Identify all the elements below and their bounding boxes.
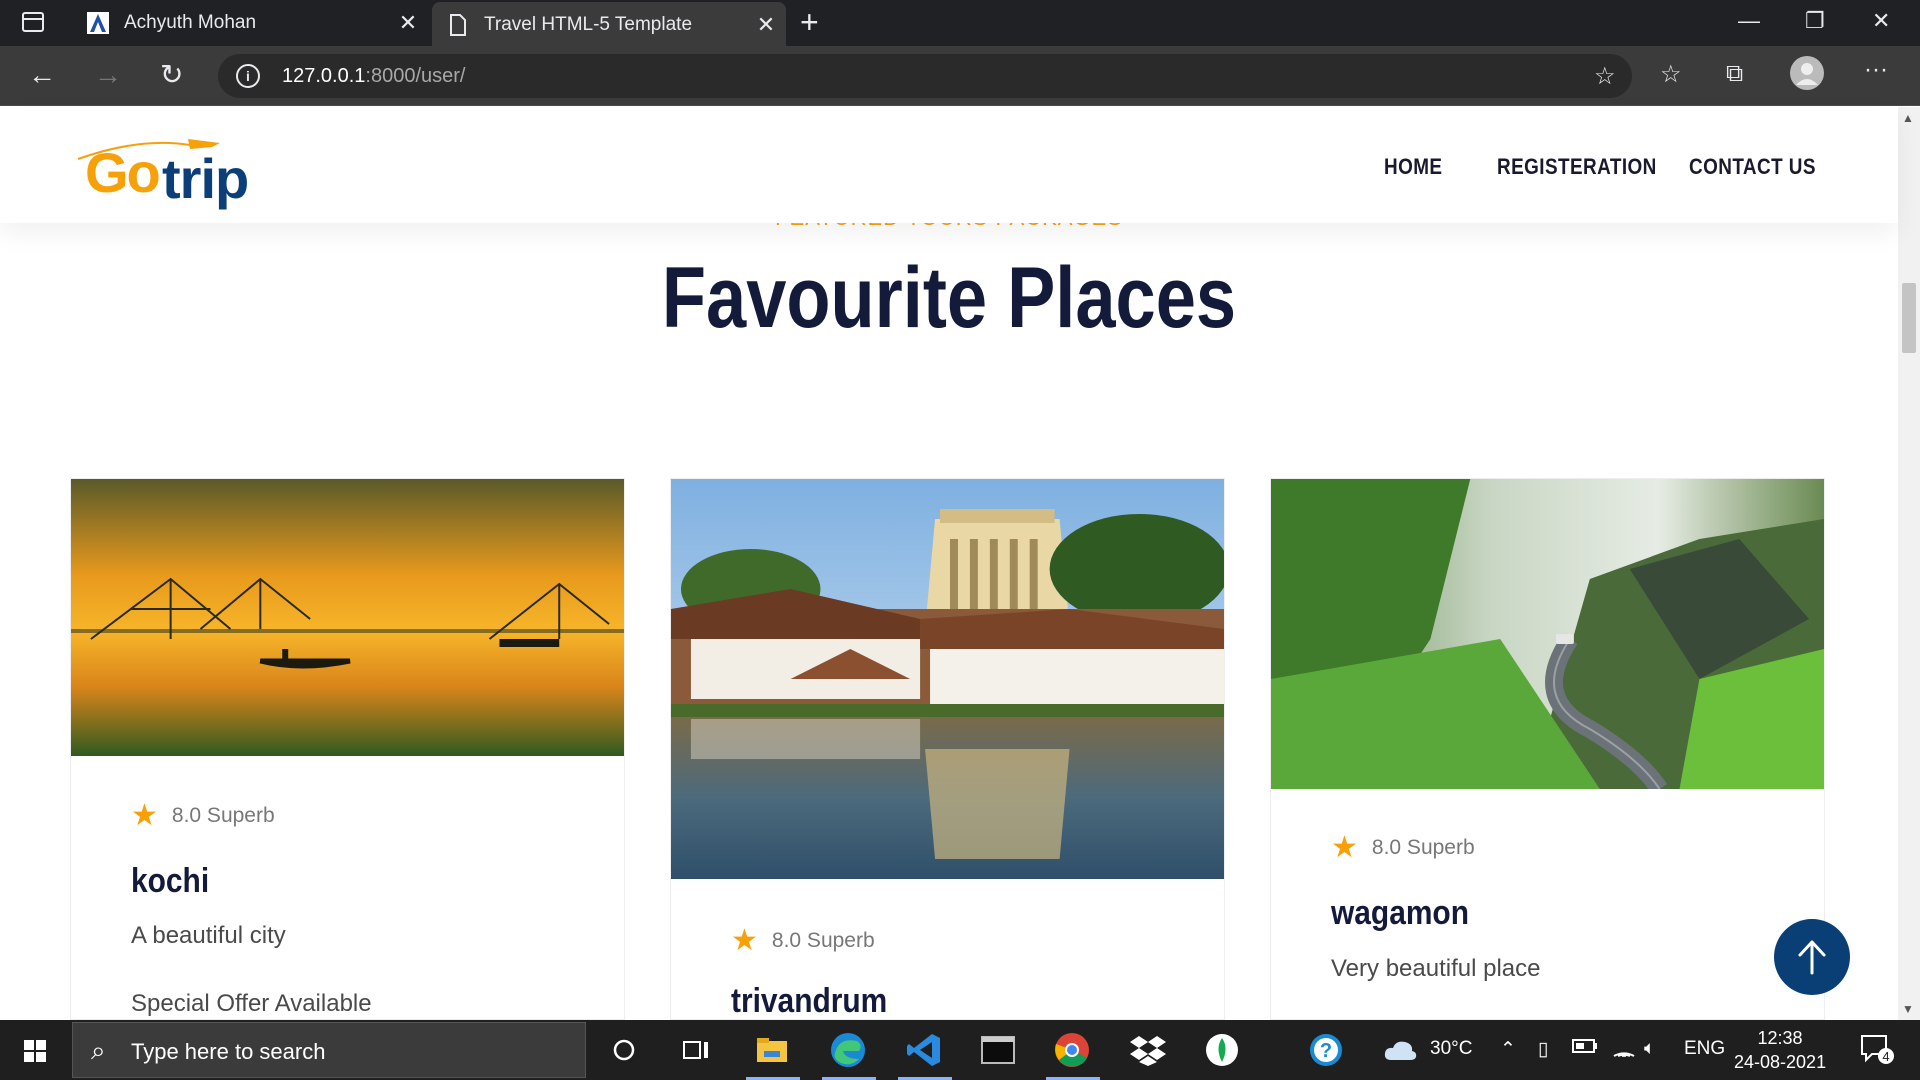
cortana-icon[interactable] <box>602 1028 646 1072</box>
star-icon: ★ <box>1331 831 1358 864</box>
section-title: Favourite Places <box>661 250 1237 346</box>
notification-count: 4 <box>1882 1049 1889 1064</box>
close-tab-icon[interactable]: ✕ <box>746 12 786 38</box>
page-scrollbar[interactable]: ▲ ▼ <box>1898 107 1920 1020</box>
chrome-icon[interactable] <box>1050 1028 1094 1072</box>
tab-travel-template[interactable]: Travel HTML-5 Template ✕ <box>432 2 786 48</box>
url-text[interactable]: 127.0.0.1:8000/user/ <box>282 65 466 88</box>
place-name[interactable]: wagamon <box>1331 893 1469 933</box>
wagamon-photo <box>1271 479 1824 789</box>
search-placeholder: Type here to search <box>131 1039 326 1064</box>
add-favorite-icon[interactable]: ☆ <box>1594 62 1616 91</box>
logo-trip: trip <box>162 147 249 210</box>
place-description: A beautiful city <box>131 922 286 949</box>
rating-text: 8.0 Superb <box>171 804 275 827</box>
vscode-icon[interactable] <box>902 1028 946 1072</box>
collections-icon[interactable]: ⧉ <box>1726 60 1743 88</box>
volume-icon[interactable]: 🔈︎ <box>1644 1038 1655 1060</box>
taskbar-search[interactable]: ⌕ Type here to search <box>72 1022 586 1078</box>
place-name[interactable]: kochi <box>131 861 209 901</box>
forward-icon[interactable]: → <box>94 60 122 90</box>
place-card-trivandrum[interactable]: ★ 8.0 Superb trivandrum <box>670 478 1225 1020</box>
device-icon[interactable]: ▯ <box>1538 1038 1548 1061</box>
clock-time: 12:38 <box>1757 1028 1803 1048</box>
dropbox-icon[interactable] <box>1126 1028 1170 1072</box>
restore-icon[interactable]: ❐ <box>1805 8 1825 34</box>
favorites-icon[interactable]: ☆ <box>1660 60 1682 89</box>
place-description: Very beautiful place <box>1331 955 1541 982</box>
more-menu-icon[interactable]: ··· <box>1864 56 1888 84</box>
site-info-icon[interactable]: i <box>236 64 260 88</box>
url-path: :8000/user/ <box>365 65 466 87</box>
windows-start-icon[interactable] <box>24 1040 46 1062</box>
windows-taskbar: ⌕ Type here to search ? 30°C ⌃ ▯ 🔈︎ ENG … <box>0 1020 1920 1080</box>
star-icon: ★ <box>731 924 758 957</box>
star-icon: ★ <box>131 799 158 832</box>
special-offer: Special Offer Available <box>131 990 372 1017</box>
scroll-to-top-button[interactable] <box>1774 919 1850 995</box>
place-card-wagamon[interactable]: ★ 8.0 Superb wagamon Very beautiful plac… <box>1270 478 1825 1020</box>
weather-cloud-icon[interactable] <box>1378 1028 1422 1072</box>
site-header: Go trip HOME REGISTERATION CONTACT US <box>0 107 1898 223</box>
task-view-icon[interactable] <box>674 1028 718 1072</box>
weather-temp[interactable]: 30°C <box>1430 1038 1472 1060</box>
browser-tab-bar: Achyuth Mohan ✕ Travel HTML-5 Template ✕… <box>0 0 1920 48</box>
show-hidden-icons[interactable]: ⌃ <box>1500 1038 1516 1061</box>
svg-text:?: ? <box>1320 1040 1332 1062</box>
scroll-up-arrow-icon[interactable]: ▲ <box>1902 111 1914 125</box>
rating: ★ 8.0 Superb <box>131 801 275 831</box>
place-card-kochi[interactable]: ★ 8.0 Superb kochi A beautiful city Spec… <box>70 478 625 1020</box>
back-icon[interactable]: ← <box>28 60 56 90</box>
place-name[interactable]: trivandrum <box>731 981 887 1021</box>
minimize-icon[interactable]: — <box>1738 8 1760 34</box>
file-explorer-icon[interactable] <box>750 1028 794 1072</box>
scroll-down-arrow-icon[interactable]: ▼ <box>1902 1002 1914 1016</box>
rating-text: 8.0 Superb <box>771 929 875 952</box>
wifi-icon[interactable] <box>1612 1038 1636 1064</box>
scrollbar-thumb[interactable] <box>1902 283 1916 353</box>
profile-avatar[interactable] <box>1790 56 1824 97</box>
rating: ★ 8.0 Superb <box>1331 833 1475 863</box>
arrow-up-icon <box>1798 940 1826 975</box>
a-logo-icon <box>86 11 110 35</box>
logo-go: Go <box>85 141 161 204</box>
tab-title: Travel HTML-5 Template <box>484 14 693 35</box>
nav-home[interactable]: HOME <box>1384 153 1442 181</box>
new-tab-icon[interactable]: + <box>800 6 819 38</box>
nav-registration[interactable]: REGISTERATION <box>1497 153 1657 181</box>
tab-title: Achyuth Mohan <box>124 12 257 33</box>
clock-date: 24-08-2021 <box>1734 1052 1827 1072</box>
tab-achyuth-mohan[interactable]: Achyuth Mohan ✕ <box>72 0 428 46</box>
page-icon <box>446 13 470 37</box>
rating: ★ 8.0 Superb <box>731 926 875 956</box>
mongodb-icon[interactable] <box>1200 1028 1244 1072</box>
close-window-icon[interactable]: ✕ <box>1872 8 1890 34</box>
search-icon: ⌕ <box>91 1035 106 1065</box>
language-indicator[interactable]: ENG <box>1684 1038 1725 1060</box>
kochi-photo <box>71 479 624 756</box>
rating-text: 8.0 Superb <box>1371 836 1475 859</box>
browser-toolbar: ← → ↻ i 127.0.0.1:8000/user/ ☆ ☆ ⧉ ··· <box>0 46 1920 106</box>
refresh-icon[interactable]: ↻ <box>160 60 183 90</box>
gotrip-logo[interactable]: Go trip <box>70 129 250 210</box>
url-host: 127.0.0.1 <box>282 65 366 87</box>
terminal-icon[interactable] <box>976 1028 1020 1072</box>
nav-contact-us[interactable]: CONTACT US <box>1689 153 1816 181</box>
edge-browser-icon[interactable] <box>826 1028 870 1072</box>
tab-actions-icon[interactable] <box>22 12 44 32</box>
help-icon[interactable]: ? <box>1304 1028 1348 1072</box>
close-tab-icon[interactable]: ✕ <box>388 10 428 36</box>
clock[interactable]: 12:38 24-08-2021 <box>1734 1026 1826 1074</box>
address-bar[interactable]: i 127.0.0.1:8000/user/ ☆ <box>218 54 1632 98</box>
notifications-icon[interactable]: 4 <box>1860 1034 1894 1070</box>
trivandrum-photo <box>671 479 1224 879</box>
battery-icon[interactable] <box>1572 1038 1598 1060</box>
